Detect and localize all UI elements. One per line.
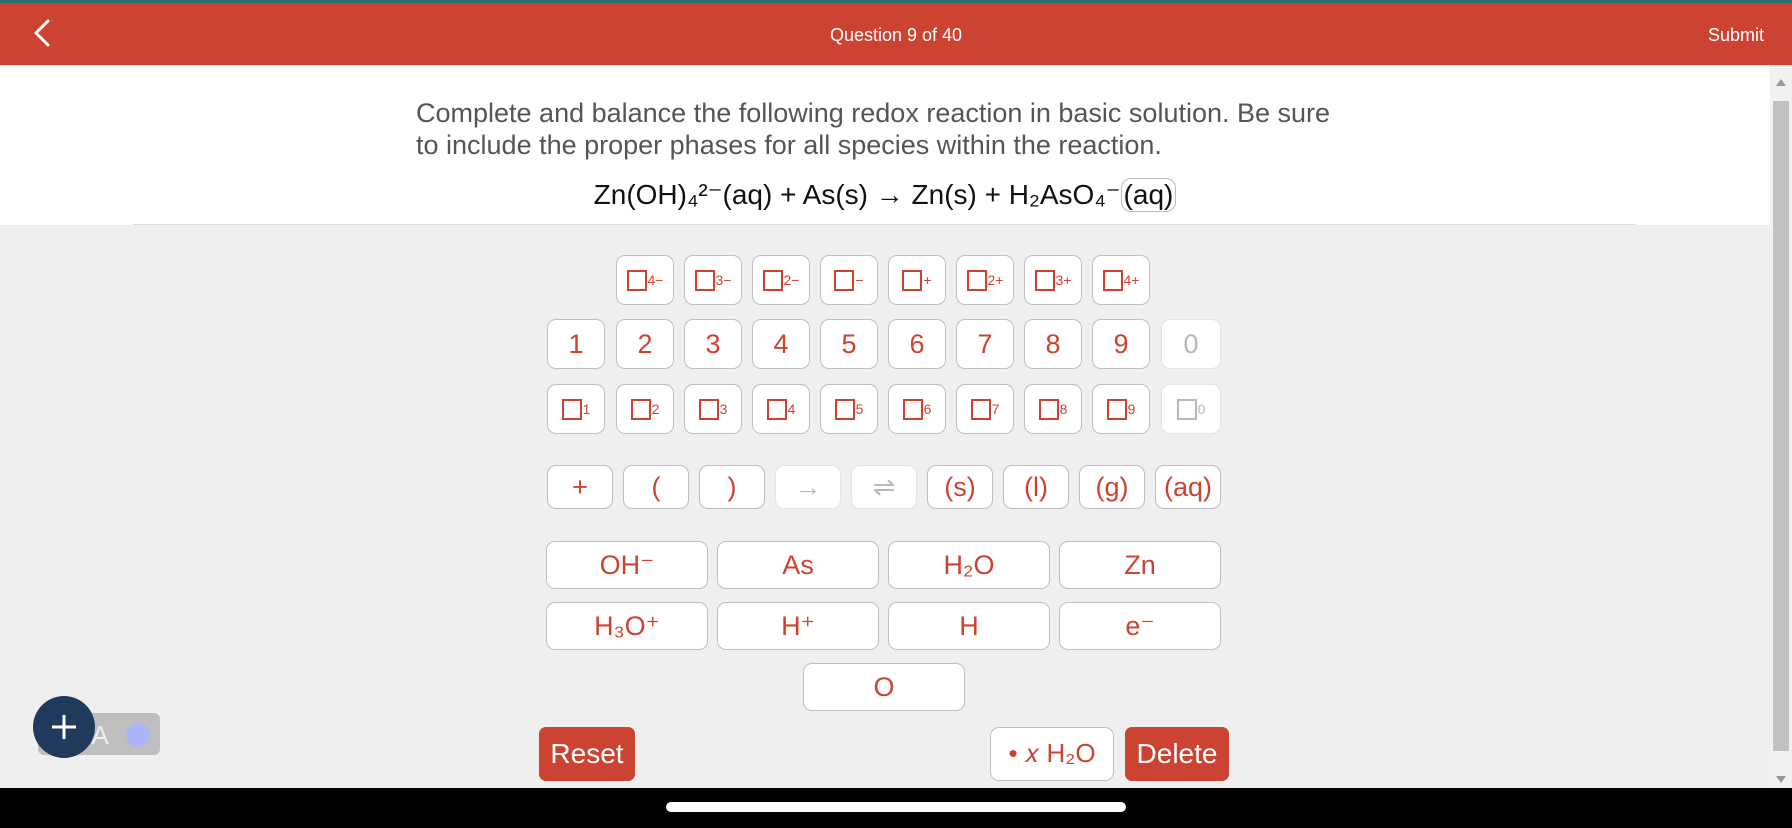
subscript-key-6[interactable]: 6 (888, 384, 946, 434)
placeholder-box-icon (1038, 398, 1059, 420)
digit-key-1[interactable]: 1 (547, 319, 605, 369)
species-key-oxygen[interactable]: O (803, 663, 965, 711)
audio-wave-icon (126, 723, 150, 747)
charge-key-2minus[interactable]: 2− (752, 255, 810, 305)
charge-key-3minus[interactable]: 3− (684, 255, 742, 305)
placeholder-box-icon (902, 269, 923, 291)
placeholder-box-icon (834, 269, 855, 291)
phase-liquid-key[interactable]: (l) (1003, 465, 1069, 509)
plus-key[interactable]: + (547, 465, 613, 509)
placeholder-box-icon (1034, 269, 1055, 291)
placeholder-box-icon (970, 398, 991, 420)
charge-key-2plus[interactable]: 2+ (956, 255, 1014, 305)
plus-icon (52, 715, 76, 739)
digit-key-9[interactable]: 9 (1092, 319, 1150, 369)
subscript-key-2[interactable]: 2 (616, 384, 674, 434)
submit-button[interactable]: Submit (1708, 25, 1764, 46)
answer-input-box[interactable]: (aq) (1120, 178, 1177, 212)
charge-key-4minus[interactable]: 4− (616, 255, 674, 305)
subscript-key-1[interactable]: 1 (547, 384, 605, 434)
placeholder-box-icon (834, 398, 855, 420)
placeholder-box-icon (626, 269, 647, 291)
placeholder-box-icon (766, 398, 787, 420)
placeholder-box-icon (902, 398, 923, 420)
delete-button[interactable]: Delete (1125, 727, 1229, 781)
question-text: Complete and balance the following redox… (416, 98, 1331, 160)
placeholder-box-icon (1176, 398, 1197, 420)
placeholder-box-icon (966, 269, 987, 291)
question-area: Complete and balance the following redox… (0, 65, 1770, 225)
placeholder-box-icon (698, 398, 719, 420)
placeholder-box-icon (694, 269, 715, 291)
home-indicator[interactable] (666, 802, 1126, 812)
main-content: Complete and balance the following redox… (0, 65, 1770, 788)
divider (133, 224, 1636, 225)
app-header: Question 9 of 40 Submit (0, 3, 1792, 65)
digit-key-0[interactable]: 0 (1161, 319, 1221, 369)
subscript-key-0[interactable]: 0 (1161, 384, 1221, 434)
open-paren-key[interactable]: ( (623, 465, 689, 509)
species-key-proton[interactable]: H⁺ (717, 602, 879, 650)
placeholder-box-icon (762, 269, 783, 291)
digit-key-6[interactable]: 6 (888, 319, 946, 369)
digit-key-8[interactable]: 8 (1024, 319, 1082, 369)
placeholder-box-icon (561, 398, 582, 420)
digit-key-4[interactable]: 4 (752, 319, 810, 369)
scroll-down-arrow-icon[interactable] (1776, 776, 1786, 783)
scroll-up-arrow-icon[interactable] (1776, 79, 1786, 86)
subscript-key-7[interactable]: 7 (956, 384, 1014, 434)
equilibrium-arrow-key[interactable]: ⇌ (851, 465, 917, 509)
charge-key-plus[interactable]: + (888, 255, 946, 305)
species-key-water[interactable]: H₂O (888, 541, 1050, 589)
reaction-text: Zn(OH)₄²⁻(aq) + As(s) → Zn(s) + H₂AsO₄⁻ (593, 179, 1121, 210)
charge-key-minus[interactable]: − (820, 255, 878, 305)
scroll-thumb[interactable] (1773, 101, 1789, 751)
species-key-electron[interactable]: e⁻ (1059, 602, 1221, 650)
species-key-hydroxide[interactable]: OH⁻ (546, 541, 708, 589)
question-counter: Question 9 of 40 (829, 25, 963, 45)
phase-gas-key[interactable]: (g) (1079, 465, 1145, 509)
charge-key-3plus[interactable]: 3+ (1024, 255, 1082, 305)
add-floating-button[interactable] (33, 696, 95, 758)
species-key-hydronium[interactable]: H₃O⁺ (546, 602, 708, 650)
placeholder-box-icon (1102, 269, 1123, 291)
reset-button[interactable]: Reset (539, 727, 635, 781)
digit-key-7[interactable]: 7 (956, 319, 1014, 369)
vertical-scrollbar[interactable] (1770, 65, 1792, 788)
phase-aqueous-key[interactable]: (aq) (1155, 465, 1221, 509)
species-key-hydrogen[interactable]: H (888, 602, 1050, 650)
water-dot-button[interactable]: • 𝑥 H₂O (990, 727, 1114, 781)
reaction-equation: Zn(OH)₄²⁻(aq) + As(s) → Zn(s) + H₂AsO₄⁻(… (0, 178, 1770, 212)
phase-solid-key[interactable]: (s) (927, 465, 993, 509)
digit-key-2[interactable]: 2 (616, 319, 674, 369)
subscript-key-9[interactable]: 9 (1092, 384, 1150, 434)
reaction-arrow-key[interactable]: → (775, 465, 841, 509)
digit-key-3[interactable]: 3 (684, 319, 742, 369)
charge-key-4plus[interactable]: 4+ (1092, 255, 1150, 305)
close-paren-key[interactable]: ) (699, 465, 765, 509)
subscript-key-4[interactable]: 4 (752, 384, 810, 434)
placeholder-box-icon (630, 398, 651, 420)
subscript-key-5[interactable]: 5 (820, 384, 878, 434)
species-key-arsenic[interactable]: As (717, 541, 879, 589)
species-key-zinc[interactable]: Zn (1059, 541, 1221, 589)
subscript-key-8[interactable]: 8 (1024, 384, 1082, 434)
placeholder-box-icon (1106, 398, 1127, 420)
digit-key-5[interactable]: 5 (820, 319, 878, 369)
subscript-key-3[interactable]: 3 (684, 384, 742, 434)
